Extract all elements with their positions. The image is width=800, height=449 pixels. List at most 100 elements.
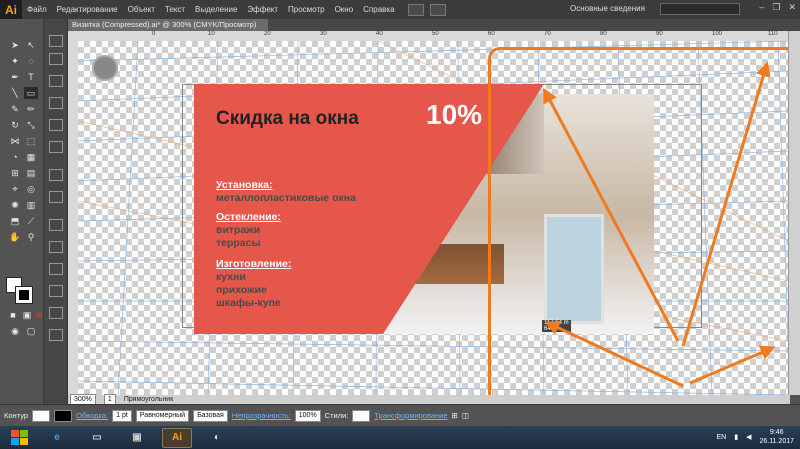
align-icon[interactable] xyxy=(49,307,63,319)
window-controls: – ❐ ✕ xyxy=(759,2,796,13)
workspace-switcher[interactable]: Основные сведения xyxy=(570,4,645,13)
opacity-link[interactable]: Непрозрачность: xyxy=(232,411,291,420)
stroke-swatch[interactable] xyxy=(15,286,33,304)
variable-width-profile[interactable]: Равномерный xyxy=(135,409,190,422)
language-indicator[interactable]: EN xyxy=(717,434,727,441)
align-icon[interactable]: ⊞ xyxy=(452,411,458,420)
menu-select[interactable]: Выделение xyxy=(190,5,242,14)
opacity-input[interactable]: 100% xyxy=(294,409,321,422)
play-icon[interactable] xyxy=(49,75,63,87)
color-mode-icon[interactable]: ■ xyxy=(6,309,20,321)
tab-strip xyxy=(268,19,800,31)
shape-builder-icon[interactable]: ◔ xyxy=(8,151,22,163)
menu-object[interactable]: Объект xyxy=(123,5,160,14)
windows-start-icon[interactable] xyxy=(6,428,32,448)
stroke-weight-input[interactable]: 1 pt xyxy=(112,409,132,422)
network-icon[interactable]: ▮ xyxy=(734,433,738,441)
horizontal-ruler[interactable]: 0 10 20 30 40 50 60 70 80 90 100 110 xyxy=(68,31,790,41)
artboards-icon[interactable] xyxy=(49,53,63,65)
ruler-tick: 50 xyxy=(432,31,439,37)
magic-wand-icon[interactable]: ✦ xyxy=(8,55,22,67)
slice-tool-icon[interactable]: ⟋ xyxy=(24,215,38,227)
discount-percent[interactable]: 10% xyxy=(426,99,482,131)
stroke-link[interactable]: Обводка: xyxy=(76,411,108,420)
artboard-tool-icon[interactable]: ⬒ xyxy=(8,215,22,227)
stroke-color-select[interactable] xyxy=(54,409,73,422)
lasso-icon[interactable]: ◌ xyxy=(24,55,38,67)
app-taskbar-icon[interactable]: ◐ xyxy=(202,428,232,448)
direct-selection-tool-icon[interactable]: ↖ xyxy=(24,39,38,51)
system-tray: EN ▮ ◀ 9:46 26.11.2017 xyxy=(717,428,795,446)
fill-color-select[interactable] xyxy=(32,409,51,422)
line-tool-icon[interactable]: ╲ xyxy=(8,87,22,99)
ruler-tick: 110 xyxy=(768,31,778,37)
menu-file[interactable]: Файл xyxy=(22,5,52,14)
minimize-icon[interactable]: – xyxy=(759,2,764,13)
perspective-widget-icon[interactable] xyxy=(92,55,118,81)
arrange-documents-icon[interactable] xyxy=(429,3,446,16)
menu-type[interactable]: Текст xyxy=(160,5,190,14)
pen-tool-icon[interactable]: ✒ xyxy=(8,71,22,83)
vertical-ruler[interactable] xyxy=(68,41,78,395)
service-item: прихожие xyxy=(216,284,267,296)
gradient-tool-icon[interactable]: ▤ xyxy=(24,167,38,179)
brushes-icon[interactable] xyxy=(49,169,63,181)
blend-tool-icon[interactable]: ◎ xyxy=(24,183,38,195)
graphic-style-select[interactable] xyxy=(352,409,371,422)
rotate-tool-icon[interactable]: ↻ xyxy=(8,119,22,131)
type-tool-icon[interactable]: T xyxy=(24,71,38,83)
perspective-grid-icon[interactable]: ▦ xyxy=(24,151,38,163)
mesh-tool-icon[interactable]: ⊞ xyxy=(8,167,22,179)
bridge-icon[interactable] xyxy=(407,3,424,16)
headline-text[interactable]: Скидка на окна xyxy=(216,108,359,130)
menubar-icons xyxy=(407,3,446,16)
graph-tool-icon[interactable]: ▥ xyxy=(24,199,38,211)
symbols-icon[interactable] xyxy=(49,191,63,203)
menu-help[interactable]: Справка xyxy=(358,5,399,14)
menu-effect[interactable]: Эффект xyxy=(242,5,283,14)
gradient-panel-icon[interactable] xyxy=(49,241,63,253)
paintbrush-icon[interactable]: ✎ xyxy=(8,103,22,115)
menu-view[interactable]: Просмотр xyxy=(283,5,330,14)
free-transform-icon[interactable]: ⬚ xyxy=(24,135,38,147)
vertical-scrollbar[interactable] xyxy=(788,31,800,395)
volume-icon[interactable]: ◀ xyxy=(746,433,751,441)
isolate-icon[interactable]: ◫ xyxy=(462,411,469,420)
width-tool-icon[interactable]: ⋈ xyxy=(8,135,22,147)
maximize-icon[interactable]: ❐ xyxy=(772,2,780,13)
tools-panel: ➤ ↖ ✦ ◌ ✒ T ╲ ▭ ✎ ✏ ↻ ⤡ ⋈ ⬚ ◔ ▦ ⊞ ▤ ⌖ ◎ … xyxy=(0,19,44,404)
media-player-icon[interactable]: ▣ xyxy=(122,428,152,448)
appearance-icon[interactable] xyxy=(49,119,63,131)
search-input[interactable] xyxy=(660,3,740,15)
status-bar: 300% 1 Прямоугольник xyxy=(68,393,790,406)
collapsed-panels xyxy=(44,19,68,404)
transform-link[interactable]: Трансформирование xyxy=(374,411,447,420)
hand-tool-icon[interactable]: ✋ xyxy=(8,231,22,243)
menu-edit[interactable]: Редактирование xyxy=(52,5,123,14)
swatches-icon[interactable] xyxy=(49,141,63,153)
draw-mode-icon[interactable]: ◉ xyxy=(8,325,22,337)
eyedropper-icon[interactable]: ⌖ xyxy=(8,183,22,195)
stroke-panel-icon[interactable] xyxy=(49,219,63,231)
zoom-tool-icon[interactable]: ⚲ xyxy=(24,231,38,243)
clock[interactable]: 9:46 26.11.2017 xyxy=(759,428,794,446)
internet-explorer-icon[interactable]: e xyxy=(42,428,72,448)
transparency-icon[interactable] xyxy=(49,263,63,275)
document-tab[interactable]: Визитка (Compressed).ai* @ 300% (CMYK/Пр… xyxy=(68,19,268,31)
canvas[interactable]: Скидка на окна 10% Установка: металлопла… xyxy=(78,41,788,395)
links-icon[interactable] xyxy=(49,97,63,109)
layers-icon[interactable] xyxy=(49,35,63,47)
explorer-icon[interactable]: ▭ xyxy=(82,428,112,448)
close-icon[interactable]: ✕ xyxy=(788,2,796,13)
menu-window[interactable]: Окно xyxy=(330,5,359,14)
scale-tool-icon[interactable]: ⤡ xyxy=(24,119,38,131)
brush-definition[interactable]: Базовая xyxy=(193,409,228,422)
pencil-icon[interactable]: ✏ xyxy=(24,103,38,115)
selection-tool-icon[interactable]: ➤ xyxy=(8,39,22,51)
pathfinder-icon[interactable] xyxy=(49,329,63,341)
screen-mode-icon[interactable]: ▢ xyxy=(24,325,38,337)
symbol-sprayer-icon[interactable]: ✺ xyxy=(8,199,22,211)
color-panel-icon[interactable] xyxy=(49,285,63,297)
illustrator-taskbar-icon[interactable]: Ai xyxy=(162,427,192,448)
rectangle-tool-icon[interactable]: ▭ xyxy=(24,87,38,99)
